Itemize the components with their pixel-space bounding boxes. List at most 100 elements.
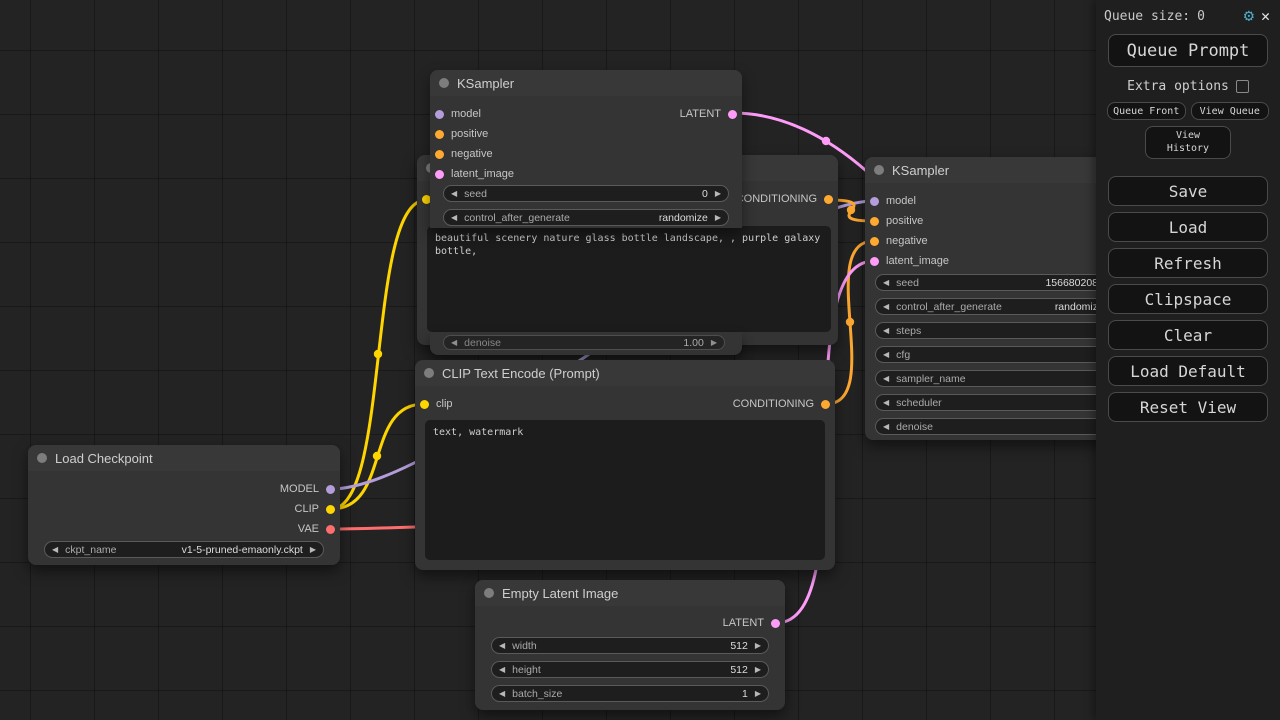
denoise-widget[interactable]: ◀ denoise 1.00 ▶ bbox=[443, 335, 725, 350]
decrement-icon[interactable]: ◀ bbox=[451, 214, 457, 222]
scheduler-widget[interactable]: ◀ scheduler ▶ bbox=[875, 394, 1125, 411]
node-collapse-dot[interactable] bbox=[424, 368, 434, 378]
node-empty-latent-image[interactable]: Empty Latent Image LATENT ◀ width 512 ▶ … bbox=[475, 580, 785, 710]
output-slot-model[interactable]: MODEL bbox=[280, 480, 335, 498]
decrement-icon[interactable]: ◀ bbox=[883, 327, 889, 335]
increment-icon[interactable]: ▶ bbox=[711, 339, 717, 347]
refresh-button[interactable]: Refresh bbox=[1108, 248, 1268, 278]
control-after-generate-widget[interactable]: ◀ control_after_generate randomize ▶ bbox=[875, 298, 1125, 315]
node-collapse-dot[interactable] bbox=[484, 588, 494, 598]
clip-slot-dot[interactable] bbox=[420, 400, 429, 409]
steps-widget[interactable]: ◀ steps ▶ bbox=[875, 322, 1125, 339]
node-clip-text-encode-negative[interactable]: CLIP Text Encode (Prompt) clip CONDITION… bbox=[415, 360, 835, 570]
extra-options-checkbox[interactable] bbox=[1236, 80, 1249, 93]
view-queue-button[interactable]: View Queue bbox=[1191, 102, 1270, 120]
decrement-icon[interactable]: ◀ bbox=[883, 351, 889, 359]
output-slot-conditioning[interactable]: CONDITIONING bbox=[736, 190, 833, 208]
input-slot-model[interactable]: model bbox=[435, 105, 481, 123]
output-slot-latent[interactable]: LATENT bbox=[680, 105, 737, 123]
output-slot-clip[interactable]: CLIP bbox=[295, 500, 335, 518]
node-titlebar[interactable]: KSampler bbox=[865, 157, 1135, 183]
latent-slot-dot[interactable] bbox=[728, 110, 737, 119]
output-slot-latent[interactable]: LATENT bbox=[723, 614, 780, 632]
input-slot-positive[interactable]: positive bbox=[870, 212, 923, 230]
increment-icon[interactable]: ▶ bbox=[715, 190, 721, 198]
node-titlebar[interactable]: CLIP Text Encode (Prompt) bbox=[415, 360, 835, 386]
model-slot-dot[interactable] bbox=[435, 110, 444, 119]
increment-icon[interactable]: ▶ bbox=[755, 666, 761, 674]
queue-front-button[interactable]: Queue Front bbox=[1107, 102, 1186, 120]
sampler-name-widget[interactable]: ◀ sampler_name ▶ bbox=[875, 370, 1125, 387]
queue-prompt-button[interactable]: Queue Prompt bbox=[1108, 34, 1268, 67]
input-slot-positive[interactable]: positive bbox=[435, 125, 488, 143]
cfg-widget[interactable]: ◀ cfg ▶ bbox=[875, 346, 1125, 363]
next-option-icon[interactable]: ▶ bbox=[310, 546, 316, 554]
seed-widget[interactable]: ◀ seed 0 ▶ bbox=[443, 185, 729, 202]
decrement-icon[interactable]: ◀ bbox=[883, 423, 889, 431]
node-titlebar[interactable]: Empty Latent Image bbox=[475, 580, 785, 606]
ckpt-name-widget[interactable]: ◀ ckpt_name v1-5-pruned-emaonly.ckpt ▶ bbox=[44, 541, 324, 558]
node-titlebar[interactable]: KSampler bbox=[430, 70, 742, 96]
vae-slot-dot[interactable] bbox=[326, 525, 335, 534]
input-slot-latent-image[interactable]: latent_image bbox=[870, 252, 949, 270]
save-button[interactable]: Save bbox=[1108, 176, 1268, 206]
clear-button[interactable]: Clear bbox=[1108, 320, 1268, 350]
slot-label: negative bbox=[886, 235, 928, 247]
height-widget[interactable]: ◀ height 512 ▶ bbox=[491, 661, 769, 678]
slot-label: LATENT bbox=[680, 108, 721, 120]
decrement-icon[interactable]: ◀ bbox=[451, 339, 457, 347]
node-load-checkpoint[interactable]: Load Checkpoint MODEL CLIP VAE ◀ ckpt_na… bbox=[28, 445, 340, 565]
decrement-icon[interactable]: ◀ bbox=[883, 303, 889, 311]
prev-option-icon[interactable]: ◀ bbox=[883, 375, 889, 383]
input-slot-clip[interactable]: clip bbox=[420, 395, 453, 413]
increment-icon[interactable]: ▶ bbox=[715, 214, 721, 222]
node-ksampler-1[interactable]: KSampler model positive negative latent_… bbox=[430, 70, 742, 355]
decrement-icon[interactable]: ◀ bbox=[499, 690, 505, 698]
denoise-widget[interactable]: ◀ denoise ▶ bbox=[875, 418, 1125, 435]
prev-option-icon[interactable]: ◀ bbox=[883, 399, 889, 407]
batch-size-widget[interactable]: ◀ batch_size 1 ▶ bbox=[491, 685, 769, 702]
model-slot-dot[interactable] bbox=[870, 197, 879, 206]
node-ksampler-2[interactable]: KSampler model positive negative latent_… bbox=[865, 157, 1135, 440]
node-titlebar[interactable]: Load Checkpoint bbox=[28, 445, 340, 471]
conditioning-slot-dot[interactable] bbox=[435, 150, 444, 159]
conditioning-slot-dot[interactable] bbox=[870, 217, 879, 226]
conditioning-slot-dot[interactable] bbox=[435, 130, 444, 139]
node-collapse-dot[interactable] bbox=[874, 165, 884, 175]
load-button[interactable]: Load bbox=[1108, 212, 1268, 242]
settings-gear-icon[interactable]: ⚙ bbox=[1244, 8, 1254, 25]
decrement-icon[interactable]: ◀ bbox=[883, 279, 889, 287]
load-default-button[interactable]: Load Default bbox=[1108, 356, 1268, 386]
clipspace-button[interactable]: Clipspace bbox=[1108, 284, 1268, 314]
latent-slot-dot[interactable] bbox=[870, 257, 879, 266]
input-slot-negative[interactable]: negative bbox=[435, 145, 493, 163]
reset-view-button[interactable]: Reset View bbox=[1108, 392, 1268, 422]
conditioning-slot-dot[interactable] bbox=[824, 195, 833, 204]
prev-option-icon[interactable]: ◀ bbox=[52, 546, 58, 554]
input-slot-latent-image[interactable]: latent_image bbox=[435, 165, 514, 183]
clip-slot-dot[interactable] bbox=[326, 505, 335, 514]
increment-icon[interactable]: ▶ bbox=[755, 690, 761, 698]
comfyui-app: { "icons": { "arrow_left": "◀", "arrow_r… bbox=[0, 0, 1280, 720]
decrement-icon[interactable]: ◀ bbox=[451, 190, 457, 198]
latent-slot-dot[interactable] bbox=[435, 170, 444, 179]
model-slot-dot[interactable] bbox=[326, 485, 335, 494]
output-slot-conditioning[interactable]: CONDITIONING bbox=[733, 395, 830, 413]
increment-icon[interactable]: ▶ bbox=[755, 642, 761, 650]
view-history-button[interactable]: View History bbox=[1145, 126, 1231, 159]
decrement-icon[interactable]: ◀ bbox=[499, 642, 505, 650]
conditioning-slot-dot[interactable] bbox=[821, 400, 830, 409]
seed-widget[interactable]: ◀ seed 1566802087 ▶ bbox=[875, 274, 1125, 291]
width-widget[interactable]: ◀ width 512 ▶ bbox=[491, 637, 769, 654]
control-after-generate-widget[interactable]: ◀ control_after_generate randomize ▶ bbox=[443, 209, 729, 226]
node-collapse-dot[interactable] bbox=[439, 78, 449, 88]
close-menu-icon[interactable]: ✕ bbox=[1261, 9, 1270, 24]
input-slot-negative[interactable]: negative bbox=[870, 232, 928, 250]
prompt-textarea-negative[interactable]: text, watermark bbox=[425, 420, 825, 560]
conditioning-slot-dot[interactable] bbox=[870, 237, 879, 246]
latent-slot-dot[interactable] bbox=[771, 619, 780, 628]
decrement-icon[interactable]: ◀ bbox=[499, 666, 505, 674]
input-slot-model[interactable]: model bbox=[870, 192, 916, 210]
output-slot-vae[interactable]: VAE bbox=[298, 520, 335, 538]
node-collapse-dot[interactable] bbox=[37, 453, 47, 463]
